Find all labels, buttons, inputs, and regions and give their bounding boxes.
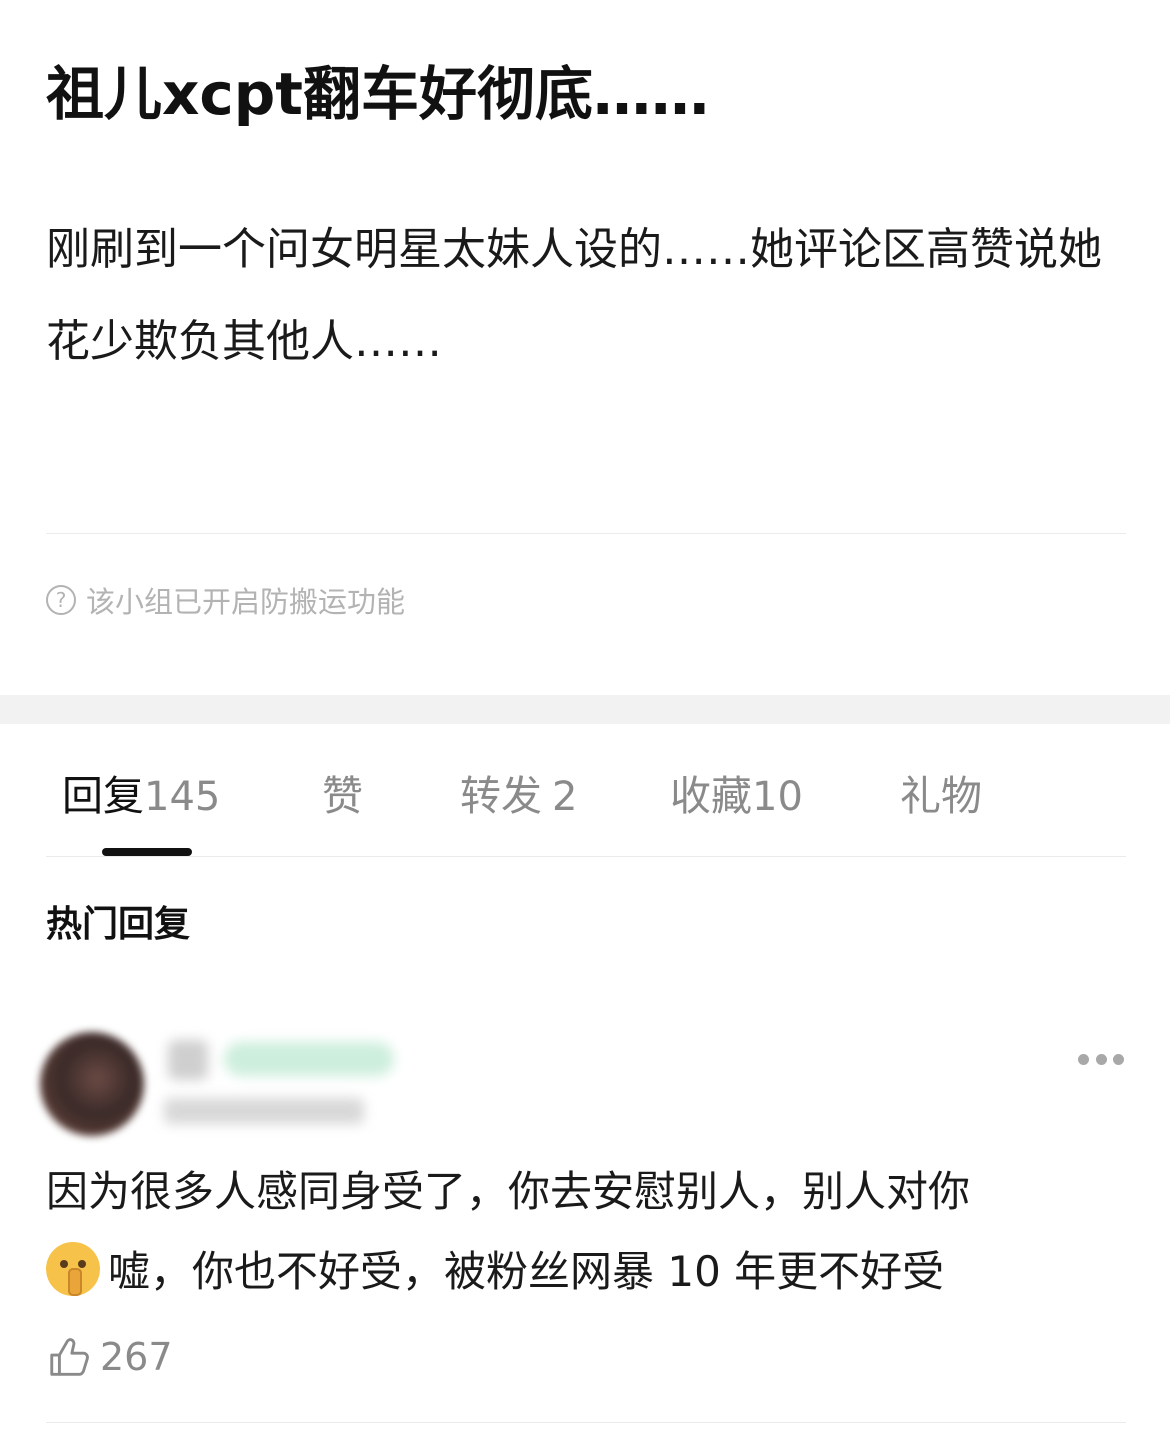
- comment-text: 因为很多人感同身受了，你去安慰别人，别人对你 嘘，你也不好受，被粉丝网暴 10 …: [46, 1152, 1136, 1312]
- tab-label: 礼物: [900, 772, 982, 820]
- divider: [46, 1422, 1126, 1423]
- post-card: 祖儿xcpt翻车好彻底…… 刚刷到一个问女明星太妹人设的……她评论区高赞说她花少…: [0, 0, 1170, 695]
- notice-text: 该小组已开启防搬运功能: [86, 585, 406, 619]
- tab-likes[interactable]: 赞: [322, 768, 363, 824]
- thumbs-up-icon[interactable]: [46, 1334, 92, 1380]
- tab-label: 赞: [322, 772, 363, 820]
- divider: [46, 533, 1126, 534]
- tab-reposts[interactable]: 转发 2: [460, 768, 577, 824]
- question-circle-icon[interactable]: ?: [46, 585, 76, 615]
- post-title: 祖儿xcpt翻车好彻底……: [46, 60, 710, 128]
- tab-gifts[interactable]: 礼物: [900, 768, 982, 824]
- tab-replies[interactable]: 回复145: [62, 768, 220, 824]
- hot-replies-heading: 热门回复: [46, 904, 191, 945]
- comment-meta-blurred: [164, 1098, 364, 1124]
- comment-line-2: 嘘，你也不好受，被粉丝网暴 10 年更不好受: [46, 1232, 1136, 1312]
- active-tab-indicator: [102, 848, 192, 856]
- tab-label: 回复: [62, 772, 144, 820]
- comment-line-2-text: 嘘，你也不好受，被粉丝网暴 10 年更不好受: [108, 1247, 945, 1296]
- comment-item: 因为很多人感同身受了，你去安慰别人，别人对你 嘘，你也不好受，被粉丝网暴 10 …: [0, 1020, 1170, 1420]
- shushing-face-emoji-icon: [46, 1242, 100, 1296]
- tab-label: 转发: [460, 772, 542, 820]
- avatar[interactable]: [40, 1032, 144, 1136]
- tab-count: 10: [752, 774, 803, 820]
- more-dots-icon[interactable]: [1078, 1052, 1124, 1066]
- tab-count: 145: [144, 774, 221, 820]
- tab-count: 2: [552, 774, 578, 820]
- tab-favorites[interactable]: 收藏10: [670, 768, 803, 824]
- like-button[interactable]: 267: [46, 1332, 173, 1382]
- section-separator: [0, 695, 1170, 724]
- tab-bar: 回复145 赞 转发 2 收藏10 礼物: [0, 724, 1170, 856]
- user-badge-blurred: [224, 1042, 394, 1076]
- post-body: 刚刷到一个问女明星太妹人设的……她评论区高赞说她花少欺负其他人……: [46, 224, 1102, 367]
- anti-repost-notice[interactable]: ? 该小组已开启防搬运功能: [46, 578, 405, 622]
- comment-line-1: 因为很多人感同身受了，你去安慰别人，别人对你: [46, 1167, 971, 1216]
- username-blurred[interactable]: [168, 1040, 208, 1080]
- divider: [46, 856, 1126, 857]
- like-count: 267: [100, 1335, 173, 1379]
- tab-label: 收藏: [670, 772, 752, 820]
